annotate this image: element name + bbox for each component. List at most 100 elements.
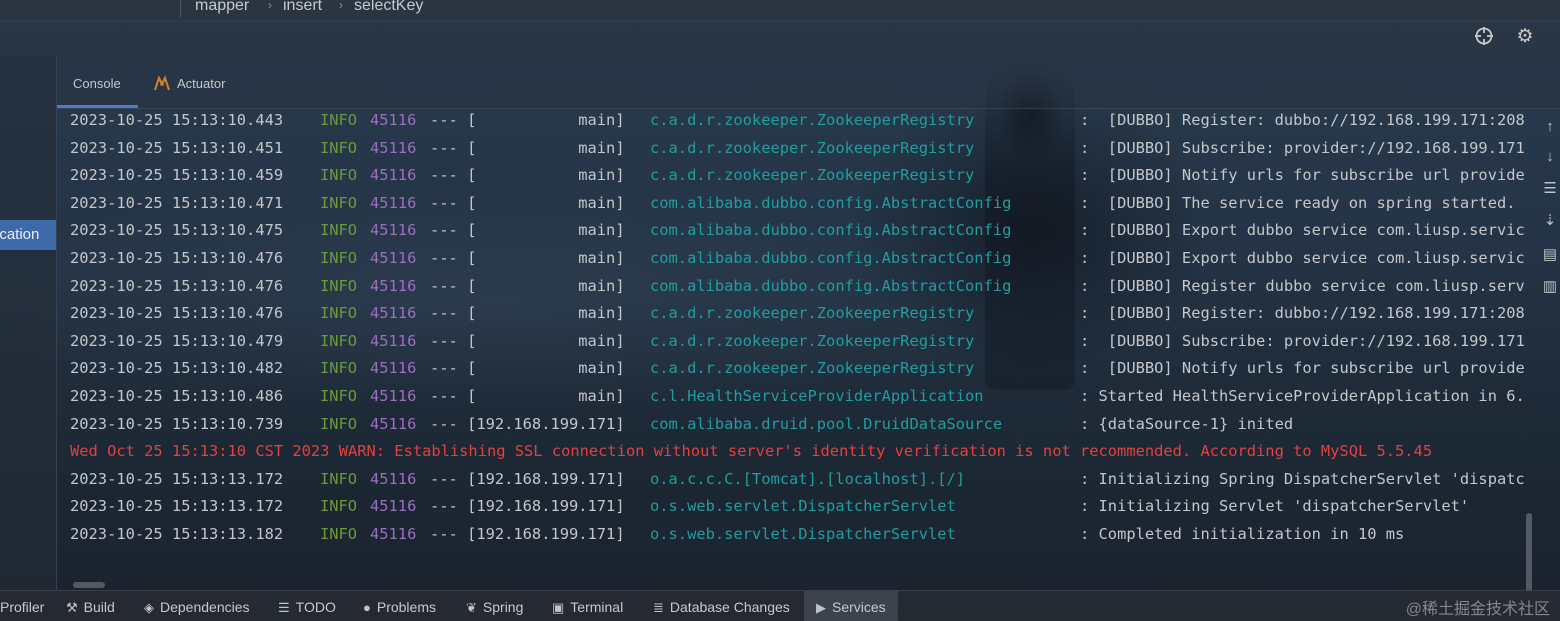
bottom-tab-label: Profiler	[0, 599, 45, 615]
crosshair-icon[interactable]	[1473, 26, 1495, 48]
database-icon: ≣	[653, 600, 664, 615]
log-logger: o.a.c.c.C.[Tomcat].[localhost].[/]	[650, 469, 966, 488]
log-thread: --- [ main]	[430, 331, 625, 350]
log-logger: com.alibaba.dubbo.config.AbstractConfig	[650, 193, 1012, 212]
tool-window-header	[0, 22, 1560, 56]
log-pid: 45116	[370, 469, 417, 488]
log-warning-text: Wed Oct 25 15:13:10 CST 2023 WARN: Estab…	[70, 442, 1433, 461]
log-thread: --- [ main]	[430, 221, 625, 240]
bottom-tab-label: Dependencies	[160, 599, 250, 615]
log-pid: 45116	[370, 331, 417, 350]
log-level: INFO	[320, 387, 358, 405]
arrow-down-icon[interactable]: ↓	[1541, 148, 1559, 166]
log-level: INFO	[320, 331, 358, 350]
console-log-line: 2023-10-25 15:13:10.475 INFO 45116 --- [ ma…	[70, 221, 1537, 239]
console-log-line: 2023-10-25 15:13:10.476 INFO 45116 --- [ ma…	[70, 304, 1537, 322]
log-message: : Initializing Spring DispatcherServlet …	[1080, 469, 1525, 488]
log-level: INFO	[320, 525, 358, 543]
services-tree-selected-item[interactable]: ication	[0, 220, 56, 250]
log-level: INFO	[320, 138, 358, 157]
chevron-right-icon: ›	[339, 0, 343, 12]
tab-console[interactable]: Console	[73, 76, 121, 91]
bottom-tab-label: TODO	[295, 599, 336, 615]
arrow-up-icon[interactable]: ↑	[1541, 118, 1559, 136]
horizontal-scrollbar[interactable]	[73, 582, 105, 588]
log-level: INFO	[320, 414, 358, 433]
soft-wrap-icon[interactable]: ☰	[1541, 180, 1559, 198]
scroll-to-end-icon[interactable]: ⇣	[1541, 212, 1559, 230]
actuator-icon	[153, 74, 171, 92]
log-ts: 2023-10-25 15:13:10.486	[70, 387, 284, 405]
log-thread: --- [ main]	[430, 111, 625, 129]
log-message: : [DUBBO] Subscribe: provider://192.168.…	[1080, 331, 1525, 350]
bottom-tab-profiler[interactable]: Profiler	[0, 599, 44, 615]
log-ts: 2023-10-25 15:13:10.476	[70, 249, 284, 267]
log-level: INFO	[320, 166, 358, 185]
log-thread: --- [192.168.199.171]	[430, 414, 625, 433]
log-level: INFO	[320, 193, 358, 212]
log-thread: --- [ main]	[430, 249, 625, 267]
log-logger: o.s.web.servlet.DispatcherServlet	[650, 525, 956, 543]
log-message: : [DUBBO] Register: dubbo://192.168.199.…	[1080, 111, 1525, 129]
bottom-tab-label: Build	[83, 599, 115, 615]
log-message: : Initializing Servlet 'dispatcherServle…	[1080, 497, 1470, 516]
log-level: INFO	[320, 497, 358, 516]
services-icon: ▶	[816, 600, 826, 615]
bottom-tab-database-changes[interactable]: ≣ Database Changes	[653, 599, 790, 616]
hammer-icon: ⚒	[66, 600, 78, 615]
console-log-line: 2023-10-25 15:13:13.172 INFO 45116 --- [192…	[70, 470, 1537, 488]
console-log-line: 2023-10-25 15:13:10.471 INFO 45116 --- [ ma…	[70, 194, 1537, 212]
log-message: : Started HealthServiceProviderApplicati…	[1080, 387, 1525, 405]
log-thread: --- [ main]	[430, 387, 625, 405]
log-pid: 45116	[370, 497, 417, 516]
breadcrumb-item-insert[interactable]: insert	[283, 0, 322, 15]
bottom-tab-services[interactable]: ▶ Services	[816, 599, 886, 616]
bottom-tab-problems[interactable]: ● Problems	[363, 599, 436, 615]
bottom-tab-dependencies[interactable]: ◈ Dependencies	[144, 599, 250, 616]
vertical-scrollbar[interactable]	[1526, 513, 1532, 593]
log-pid: 45116	[370, 276, 417, 295]
log-pid: 45116	[370, 249, 417, 267]
breadcrumb-item-selectkey[interactable]: selectKey	[354, 0, 423, 15]
log-thread: --- [ main]	[430, 193, 625, 212]
console-log-line: 2023-10-25 15:13:13.172 INFO 45116 --- [192…	[70, 497, 1537, 515]
log-logger: com.alibaba.druid.pool.DruidDataSource	[650, 414, 1003, 433]
bottom-tab-terminal[interactable]: ▣ Terminal	[552, 599, 623, 616]
trash-icon[interactable]: ▥	[1541, 278, 1559, 296]
log-level: INFO	[320, 249, 358, 267]
breadcrumb-item-mapper[interactable]: mapper	[195, 0, 249, 15]
console-log-line: 2023-10-25 15:13:10.476 INFO 45116 --- [ ma…	[70, 249, 1537, 267]
gear-icon[interactable]: ⚙	[1514, 26, 1536, 48]
log-message: : [DUBBO] The service ready on spring st…	[1080, 193, 1516, 212]
log-message: : [DUBBO] Notify urls for subscribe url …	[1080, 166, 1525, 185]
log-thread: --- [ main]	[430, 304, 625, 323]
chevron-right-icon: ›	[268, 0, 272, 12]
log-logger: c.a.d.r.zookeeper.ZookeeperRegistry	[650, 111, 975, 129]
log-level: INFO	[320, 469, 358, 488]
bottom-tab-label: Spring	[482, 599, 524, 615]
console-log-line: 2023-10-25 15:13:10.739 INFO 45116 --- [192…	[70, 415, 1537, 433]
log-thread: --- [192.168.199.171]	[430, 469, 625, 488]
bottom-tab-spring[interactable]: ❦ Spring	[466, 599, 523, 616]
log-pid: 45116	[370, 193, 417, 212]
watermark: @稀土掘金技术社区	[1405, 601, 1550, 618]
bottom-tab-build[interactable]: ⚒ Build	[66, 599, 115, 616]
log-logger: c.a.d.r.zookeeper.ZookeeperRegistry	[650, 304, 975, 323]
bottom-tab-todo[interactable]: ☰ TODO	[278, 599, 336, 616]
print-icon[interactable]: ▤	[1541, 246, 1559, 264]
log-message: : Completed initialization in 10 ms	[1080, 525, 1405, 543]
console-log-line: 2023-10-25 15:13:10.459 INFO 45116 --- [ ma…	[70, 166, 1537, 184]
leaf-icon: ❦	[466, 600, 477, 615]
log-level: INFO	[320, 359, 358, 378]
log-thread: --- [ main]	[430, 138, 625, 157]
tab-actuator[interactable]: Actuator	[177, 76, 225, 91]
log-pid: 45116	[370, 111, 417, 129]
breadcrumb: mapper › insert › selectKey	[0, 0, 1560, 20]
log-thread: --- [192.168.199.171]	[430, 497, 625, 516]
bottom-tab-label: Database Changes	[669, 599, 790, 615]
log-level: INFO	[320, 304, 358, 323]
log-ts: 2023-10-25 15:13:10.482	[70, 359, 284, 378]
console-output[interactable]: 2023-10-25 15:13:10.443 INFO 45116 --- [ ma…	[57, 108, 1537, 590]
log-ts: 2023-10-25 15:13:10.451	[70, 138, 284, 157]
console-toolbar: ↑ ↓ ☰ ⇣ ▤ ▥	[1526, 108, 1560, 593]
